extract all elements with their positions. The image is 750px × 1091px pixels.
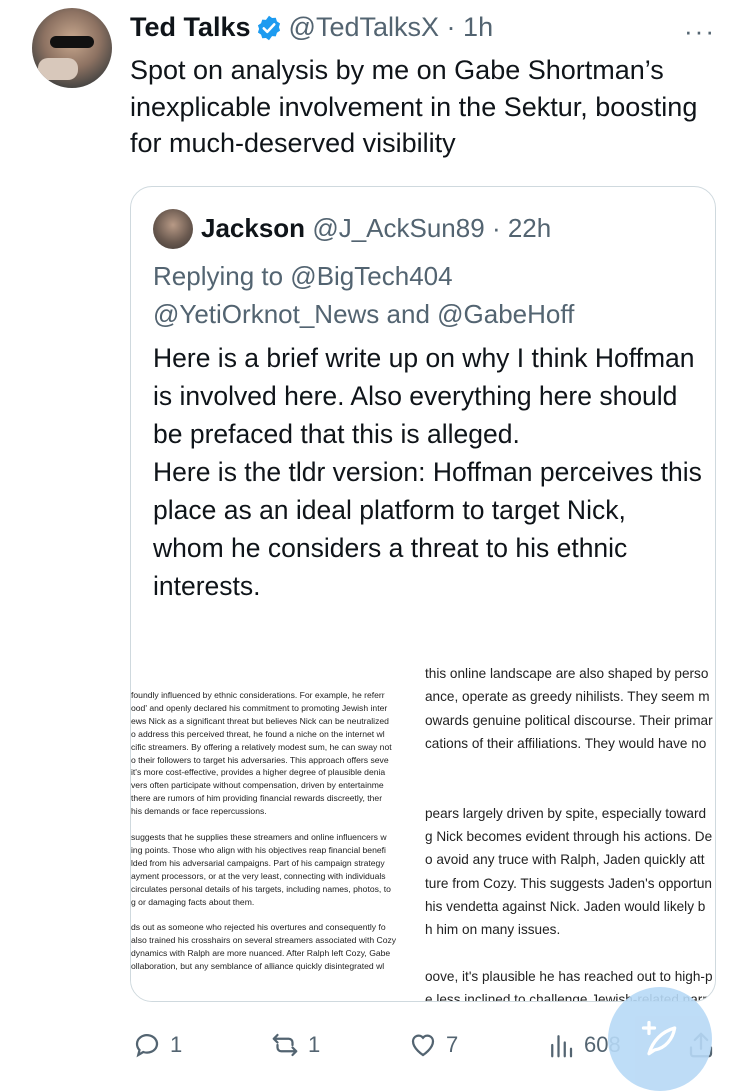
document-text-line: g or damaging facts about them. [131, 896, 255, 907]
document-text-line: ds out as someone who rejected his overt… [131, 922, 386, 933]
document-right-column: this online landscape are also shaped by… [425, 662, 715, 1001]
avatar-glasses [50, 36, 94, 48]
document-left-column: foundly influenced by ethnic considerati… [131, 689, 421, 973]
quoted-paragraph-1: Here is a brief write up on why I think … [153, 343, 695, 449]
author-avatar[interactable] [32, 8, 112, 88]
document-text-line: ture from Cozy. This suggests Jaden's op… [425, 875, 712, 891]
document-text-line: circulates personal details of his targe… [131, 883, 391, 894]
document-text-line: ing points. Those who align with his obj… [131, 844, 386, 855]
document-text-line: ance, operate as greedy nihilists. They … [425, 689, 710, 705]
separator-dot: · [491, 213, 501, 243]
document-text-line: dynamics with Ralph are more nuanced. Af… [131, 948, 391, 959]
document-text-line: ood' and openly declared his commitment … [131, 702, 388, 713]
replying-to: Replying to @BigTech404 @YetiOrknot_News… [153, 257, 693, 333]
views-chart-icon [551, 1035, 573, 1058]
reply-button[interactable]: 1 [132, 1030, 182, 1060]
quoted-paragraph-2: Here is the tldr version: Hoffman percei… [153, 457, 702, 601]
document-text-line: ews Nick as a significant threat but bel… [131, 715, 389, 726]
document-text-line: this online landscape are also shaped by… [425, 666, 709, 681]
tweet-header: Ted Talks @TedTalksX · 1h [130, 10, 493, 44]
document-text-line: oove, it's plausible he has reached out … [425, 968, 713, 984]
tweet-text: Spot on analysis by me on Gabe Shortman’… [130, 55, 698, 158]
avatar-hand [38, 58, 78, 80]
document-text-line: suggests that he supplies these streamer… [131, 831, 387, 842]
quoted-tweet-header: Jackson @J_AckSun89 · 22h [201, 211, 551, 245]
attached-document-image[interactable]: foundly influenced by ethnic considerati… [131, 666, 715, 1001]
document-text-line: ayment processors, or at the very least,… [131, 870, 386, 881]
document-text-line [131, 818, 421, 831]
document-text-line: owards genuine political discourse. Thei… [425, 712, 713, 728]
document-text-line: cific streamers. By offering a relativel… [131, 741, 392, 752]
heart-icon [411, 1034, 435, 1057]
document-text-line: o avoid any truce with Ralph, Jaden quic… [425, 852, 705, 868]
quoted-author-name: Jackson [201, 213, 306, 243]
document-text-line [425, 755, 715, 778]
quoted-tweet-card[interactable]: Jackson @J_AckSun89 · 22h Replying to @B… [130, 186, 716, 1002]
quoted-tweet-timestamp: 22h [507, 213, 552, 243]
document-text-line [425, 942, 715, 965]
quoted-author-handle: @J_AckSun89 [312, 213, 485, 243]
document-text-line: h him on many issues. [425, 922, 561, 938]
document-text-line: g Nick becomes evident through his actio… [425, 829, 713, 845]
quoted-tweet-text: Here is a brief write up on why I think … [153, 339, 703, 605]
more-options-icon[interactable]: ··· [684, 16, 716, 47]
tweet-timestamp[interactable]: 1h [463, 12, 493, 42]
like-count: 7 [446, 1032, 459, 1057]
document-text-line: there are rumors of him providing financ… [131, 793, 383, 804]
reply-count: 1 [170, 1032, 183, 1057]
document-text-line [131, 908, 421, 921]
document-text-line: pears largely driven by spite, especiall… [425, 805, 707, 821]
quoted-author-avatar [153, 209, 193, 249]
compose-post-button[interactable] [608, 987, 712, 1091]
author-name[interactable]: Ted Talks [130, 12, 251, 42]
document-text-line: vers often participate without compensat… [131, 780, 384, 791]
repost-count: 1 [308, 1032, 321, 1057]
document-text-line: his demands or face repercussions. [131, 806, 267, 817]
repost-button[interactable]: 1 [270, 1030, 320, 1060]
verified-badge-icon [255, 14, 283, 42]
document-text-line: lded from his adversarial campaigns. Par… [131, 857, 385, 868]
replying-to-line-2: @YetiOrknot_News and @GabeHoff [153, 299, 575, 329]
document-text-line: foundly influenced by ethnic considerati… [131, 690, 385, 700]
compose-feather-icon [641, 1020, 677, 1056]
document-text-line: it's more cost-effective, provides a hig… [131, 767, 386, 778]
document-text-line [425, 778, 715, 801]
document-text-line: ollaboration, but any semblance of allia… [131, 961, 385, 972]
separator-dot: · [446, 12, 456, 42]
document-text-line: cations of their affiliations. They woul… [425, 735, 707, 751]
document-text-line: also trained his crosshairs on several s… [131, 935, 397, 946]
document-text-line: o address this perceived threat, he foun… [131, 728, 385, 739]
repost-icon [272, 1033, 298, 1057]
replying-to-line-1: Replying to @BigTech404 [153, 261, 453, 291]
document-text-line: his vendetta against Nick. Jaden would l… [425, 898, 706, 914]
author-handle[interactable]: @TedTalksX [289, 12, 439, 42]
reply-icon [135, 1034, 159, 1058]
document-text-line: o their followers to target his adversar… [131, 754, 389, 765]
like-button[interactable]: 7 [408, 1030, 458, 1060]
